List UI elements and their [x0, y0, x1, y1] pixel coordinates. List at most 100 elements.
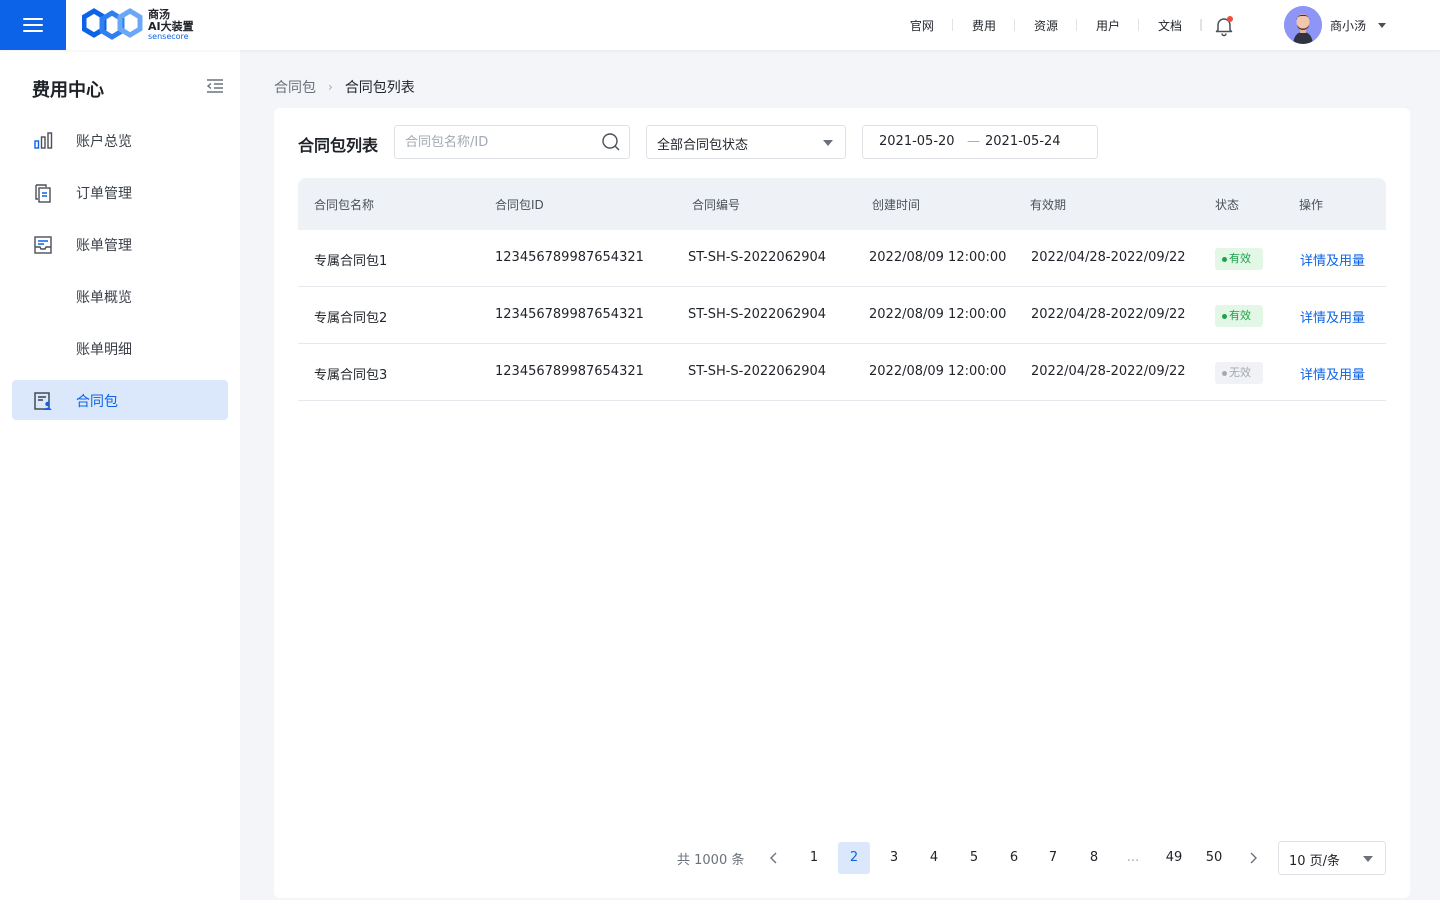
- cell-id: 123456789987654321: [495, 250, 644, 265]
- contract-table: 合同包名称 合同包ID 合同编号 创建时间 有效期 状态 操作 专属合同包1 1…: [298, 178, 1386, 401]
- status-badge: 无效: [1215, 362, 1263, 384]
- menu-button[interactable]: [0, 0, 66, 50]
- breadcrumb-parent[interactable]: 合同包: [274, 77, 316, 97]
- date-start: 2021-05-20: [879, 134, 955, 149]
- search-icon[interactable]: [601, 132, 621, 152]
- page-size-value: 10 页/条: [1289, 854, 1341, 869]
- page-1[interactable]: 1: [798, 842, 830, 874]
- username[interactable]: 商小汤: [1330, 17, 1366, 34]
- user-menu-caret-icon[interactable]: [1378, 23, 1386, 28]
- sidebar-item-contract-package[interactable]: 合同包: [12, 380, 228, 420]
- cell-code: ST-SH-S-2022062904: [688, 307, 827, 322]
- notification-bell-icon[interactable]: [1212, 14, 1236, 38]
- bill-tray-icon: [34, 236, 52, 254]
- page-4[interactable]: 4: [918, 842, 950, 874]
- page-49[interactable]: 49: [1158, 842, 1190, 874]
- page-50[interactable]: 50: [1198, 842, 1230, 874]
- cell-created: 2022/08/09 12:00:00: [869, 250, 1007, 265]
- chevron-right-icon: ›: [328, 80, 333, 94]
- date-separator: —: [967, 134, 980, 149]
- header-status: 状态: [1215, 198, 1240, 212]
- sensecore-logo-icon: [82, 8, 143, 40]
- bar-chart-icon: [34, 132, 53, 149]
- cell-period: 2022/04/28-2022/09/22: [1031, 307, 1186, 322]
- table-row: 专属合同包3 123456789987654321 ST-SH-S-202206…: [298, 344, 1386, 401]
- page-ellipsis[interactable]: ...: [1117, 842, 1149, 874]
- nav-users[interactable]: 用户: [1077, 17, 1139, 34]
- contract-list-card: 合同包列表 全部合同包状态 2021-05-20 — 2021-05-24 合同…: [274, 108, 1410, 898]
- brand-line1: 商汤: [148, 8, 170, 21]
- cell-name: 专属合同包1: [314, 254, 388, 269]
- header-id: 合同包ID: [495, 198, 544, 212]
- nav-resources[interactable]: 资源: [1015, 17, 1077, 34]
- breadcrumb-current: 合同包列表: [344, 80, 415, 96]
- page-2[interactable]: 2: [838, 842, 870, 874]
- user-avatar[interactable]: [1284, 6, 1322, 44]
- nav-divider: [1201, 19, 1202, 31]
- sidebar-item-label: 账单概览: [76, 290, 132, 306]
- detail-usage-link[interactable]: 详情及用量: [1300, 250, 1365, 269]
- page-size-select[interactable]: 10 页/条: [1278, 841, 1386, 875]
- sidebar-item-account-overview[interactable]: 账户总览: [12, 120, 228, 160]
- contract-user-icon: [34, 392, 52, 410]
- caret-down-icon: [823, 140, 833, 146]
- nav-docs[interactable]: 文档: [1139, 17, 1202, 34]
- sidebar-item-bill-detail[interactable]: 账单明细: [12, 328, 228, 368]
- sidebar-item-label: 合同包: [76, 394, 118, 410]
- pagination-total: 共 1000 条: [677, 853, 745, 868]
- sidebar-item-order-management[interactable]: 订单管理: [12, 172, 228, 212]
- nav-billing[interactable]: 费用: [953, 17, 1015, 34]
- brand-logo[interactable]: 商汤 AI大装置 sensecore: [82, 8, 194, 42]
- sidebar-item-bill-overview[interactable]: 账单概览: [12, 276, 228, 316]
- sidebar-item-label: 账单管理: [76, 238, 132, 254]
- page-7[interactable]: 7: [1037, 842, 1069, 874]
- nav-official-site[interactable]: 官网: [891, 17, 953, 34]
- date-range-picker[interactable]: 2021-05-20 — 2021-05-24: [862, 125, 1098, 159]
- cell-period: 2022/04/28-2022/09/22: [1031, 250, 1186, 265]
- notification-dot: [1227, 16, 1233, 22]
- sidebar-item-label: 账户总览: [76, 134, 132, 150]
- header-period: 有效期: [1030, 198, 1067, 212]
- cell-id: 123456789987654321: [495, 307, 644, 322]
- detail-usage-link[interactable]: 详情及用量: [1300, 364, 1365, 383]
- cell-created: 2022/08/09 12:00:00: [869, 364, 1007, 379]
- search-box: [394, 125, 630, 159]
- date-end: 2021-05-24: [985, 134, 1061, 149]
- status-badge: 有效: [1215, 305, 1263, 327]
- page-3[interactable]: 3: [878, 842, 910, 874]
- header-code: 合同编号: [692, 198, 741, 212]
- table-row: 专属合同包2 123456789987654321 ST-SH-S-202206…: [298, 287, 1386, 344]
- cell-name: 专属合同包2: [314, 311, 388, 326]
- detail-usage-link[interactable]: 详情及用量: [1300, 307, 1365, 326]
- search-input[interactable]: [395, 126, 585, 158]
- next-page-icon[interactable]: [1243, 848, 1263, 868]
- sidebar-item-label: 账单明细: [76, 342, 132, 358]
- sidebar: 费用中心 账户总览 订单管理 账单管理 账单概览 账单明细 合同包: [0, 50, 240, 900]
- cell-code: ST-SH-S-2022062904: [688, 364, 827, 379]
- sidebar-title: 费用中心: [32, 80, 104, 101]
- prev-page-icon[interactable]: [764, 848, 784, 868]
- status-badge: 有效: [1215, 248, 1263, 270]
- status-filter-select[interactable]: 全部合同包状态: [646, 125, 846, 159]
- brand-line2: AI大装置: [148, 20, 194, 33]
- cell-period: 2022/04/28-2022/09/22: [1031, 364, 1186, 379]
- cell-code: ST-SH-S-2022062904: [688, 250, 827, 265]
- header-name: 合同包名称: [314, 198, 375, 212]
- header-action: 操作: [1299, 198, 1324, 212]
- sidebar-item-label: 订单管理: [76, 186, 132, 202]
- collapse-menu-icon[interactable]: [205, 78, 225, 94]
- page-6[interactable]: 6: [998, 842, 1030, 874]
- sidebar-item-bill-management[interactable]: 账单管理: [12, 224, 228, 264]
- top-bar: 商汤 AI大装置 sensecore 官网 费用 资源 用户 文档 商小汤: [0, 0, 1440, 50]
- cell-name: 专属合同包3: [314, 368, 388, 383]
- hamburger-icon: [23, 18, 43, 32]
- top-nav: 官网 费用 资源 用户 文档: [891, 0, 1202, 50]
- page-5[interactable]: 5: [958, 842, 990, 874]
- order-list-icon: [35, 184, 51, 203]
- header-created: 创建时间: [872, 198, 921, 212]
- cell-id: 123456789987654321: [495, 364, 644, 379]
- status-filter-value: 全部合同包状态: [657, 138, 749, 153]
- page-8[interactable]: 8: [1078, 842, 1110, 874]
- table-header: 合同包名称 合同包ID 合同编号 创建时间 有效期 状态 操作: [298, 178, 1386, 230]
- caret-down-icon: [1363, 856, 1373, 862]
